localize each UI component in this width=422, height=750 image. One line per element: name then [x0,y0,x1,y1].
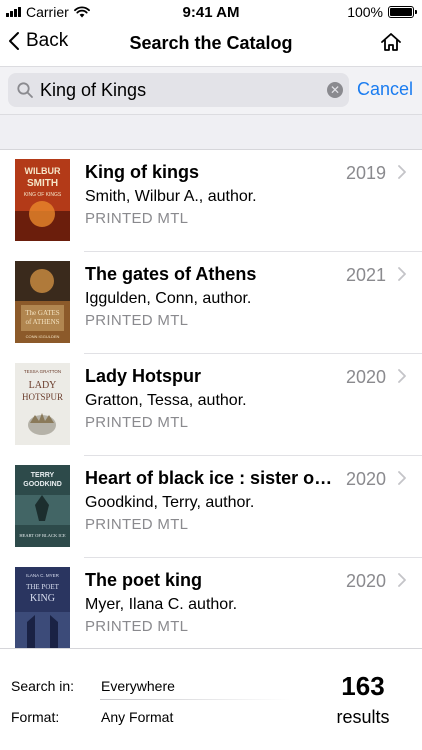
chevron-right-icon [398,165,406,179]
cover-text: WILBUR [25,166,61,176]
search-in-label: Search in: [11,678,75,694]
book-cover: The GATES of ATHENS CONN IGGULDEN [15,261,70,343]
status-right: 100% [347,4,417,20]
result-item[interactable]: WILBUR SMITH KING OF KINGS King of kings… [0,150,422,252]
result-author: Goodkind, Terry, author. [85,494,255,511]
nav-bar: Back Search the Catalog [0,24,422,64]
cover-text: KING OF KINGS [24,192,62,198]
search-icon [17,82,33,98]
format-selector[interactable]: Any Format [101,709,173,725]
cover-text: SMITH [27,178,58,189]
result-author: Gratton, Tessa, author. [85,392,247,409]
result-author: Iggulden, Conn, author. [85,290,252,307]
result-title: The gates of Athens [85,264,257,284]
result-item[interactable]: TERRY GOODKIND HEART OF BLACK ICE Heart … [0,456,422,558]
home-icon [381,33,401,51]
result-year: 2020 [345,571,386,591]
cover-text: GOODKIND [23,481,62,488]
book-cover: WILBUR SMITH KING OF KINGS [15,159,70,241]
cover-text: HOTSPUR [22,392,63,402]
chevron-right-icon [398,471,406,485]
search-in-selector[interactable]: Everywhere [101,678,175,694]
result-title: Heart of black ice : sister of... [85,468,335,488]
result-title: King of kings [85,162,199,182]
search-filter-footer: Search in: Everywhere Format: Any Format… [0,648,422,750]
page-title: Search the Catalog [129,33,293,53]
result-format: PRINTED MTL [85,618,189,635]
chevron-right-icon [398,369,406,383]
result-format: PRINTED MTL [85,312,189,329]
cover-text: ILANA C. MYER [26,573,60,578]
cover-text: THE POET [26,583,60,591]
home-button[interactable] [380,31,402,58]
result-format: PRINTED MTL [85,414,189,431]
result-author: Myer, Ilana C. author. [85,596,238,613]
results-list: WILBUR SMITH KING OF KINGS King of kings… [0,150,422,648]
cover-text: HEART OF BLACK ICE [19,533,66,538]
result-format: PRINTED MTL [85,210,189,227]
book-cover: TESSA GRATTON LADY HOTSPUR [15,363,70,445]
result-year: 2020 [345,367,386,387]
cover-text: TERRY [31,472,55,479]
format-label: Format: [11,709,60,725]
result-item[interactable]: The GATES of ATHENS CONN IGGULDEN The ga… [0,252,422,354]
result-item[interactable]: TESSA GRATTON LADY HOTSPUR Lady Hotspur … [0,354,422,456]
clear-icon[interactable]: ✕ [327,82,343,98]
book-cover: ILANA C. MYER THE POET KING [15,567,70,648]
cover-text: of ATHENS [25,318,59,326]
cover-text: KING [30,593,55,604]
battery-icon [388,6,417,18]
cover-text: TESSA GRATTON [24,369,61,374]
search-bar: ✕ Cancel [0,66,422,114]
search-input[interactable] [40,79,310,101]
section-band [0,114,422,150]
result-format: PRINTED MTL [85,516,189,533]
result-title: Lady Hotspur [85,366,202,386]
results-count: 163 [341,671,385,701]
chevron-right-icon [398,573,406,587]
status-bar: Carrier 9:41 AM 100% [0,0,422,24]
cover-text: LADY [29,380,57,391]
book-cover: TERRY GOODKIND HEART OF BLACK ICE [15,465,70,547]
cover-text: CONN IGGULDEN [26,334,60,339]
search-field[interactable]: ✕ [8,73,349,107]
battery-percent: 100% [347,4,383,20]
cancel-button[interactable]: Cancel [357,79,413,100]
result-author: Smith, Wilbur A., author. [85,188,257,205]
results-count-label: results [336,707,390,727]
cover-text: The GATES [25,309,60,317]
result-year: 2020 [345,469,386,489]
result-year: 2019 [345,163,386,183]
result-year: 2021 [345,265,386,285]
battery-fill [390,8,412,16]
result-title: The poet king [85,570,202,590]
chevron-right-icon [398,267,406,281]
result-item[interactable]: ILANA C. MYER THE POET KING The poet kin… [0,558,422,648]
footer-divider [100,699,290,700]
